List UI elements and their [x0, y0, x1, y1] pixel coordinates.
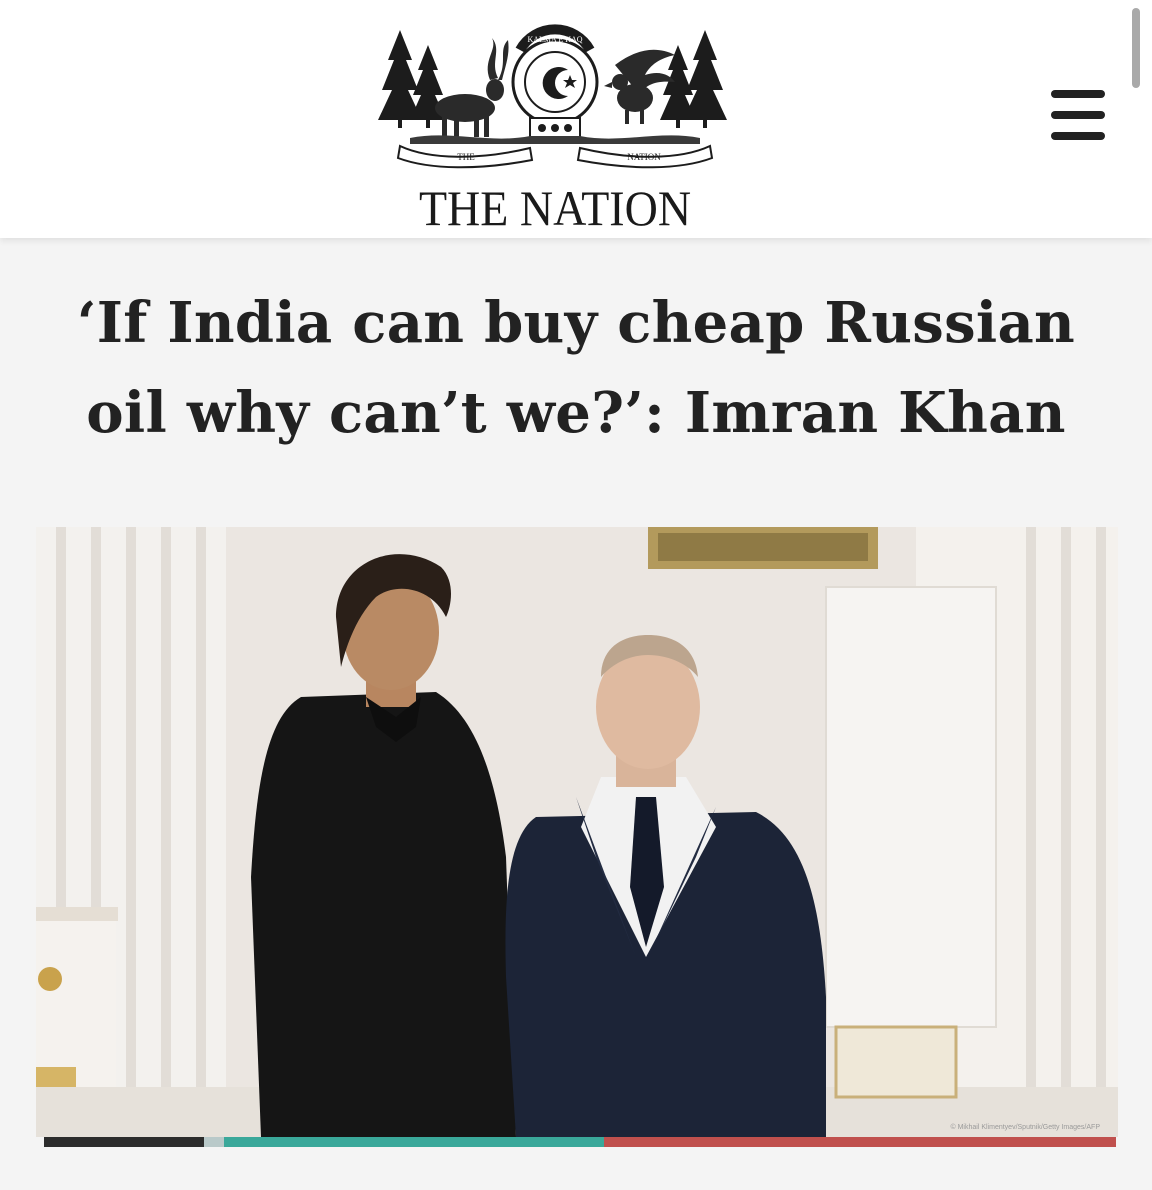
strip-segment-red	[604, 1137, 1116, 1147]
menu-bar-middle	[1051, 111, 1105, 119]
page: KALMA E HAQ THE NATION THE NATION ‘If In…	[0, 0, 1152, 1190]
article-photo[interactable]: © Mikhail Klimentyev/Sputnik/Getty Image…	[36, 527, 1118, 1137]
site-header: KALMA E HAQ THE NATION THE NATION	[0, 0, 1152, 238]
photo-credit: © Mikhail Klimentyev/Sputnik/Getty Image…	[950, 1124, 1101, 1131]
scrollbar-thumb[interactable]	[1132, 8, 1140, 88]
article-headline: ‘If India can buy cheap Russian oil why …	[76, 290, 1076, 446]
site-wordmark: THE NATION	[418, 180, 692, 236]
coat-of-arms-emblem: KALMA E HAQ THE NATION	[378, 24, 727, 169]
site-logo[interactable]: KALMA E HAQ THE NATION THE NATION	[370, 20, 740, 236]
photo-illustration	[36, 527, 1118, 1137]
strip-segment-teal	[224, 1137, 604, 1147]
emblem-banner-right: NATION	[627, 152, 661, 162]
hamburger-menu-icon[interactable]	[1045, 86, 1111, 144]
emblem-banner-top: KALMA E HAQ	[527, 35, 582, 44]
menu-bar-bottom	[1051, 132, 1105, 140]
strip-segment-dark	[44, 1137, 204, 1147]
image-bottom-strip	[44, 1137, 1116, 1147]
emblem-banner-left: THE	[457, 152, 475, 162]
menu-bar-top	[1051, 90, 1105, 98]
strip-segment-light	[204, 1137, 224, 1147]
